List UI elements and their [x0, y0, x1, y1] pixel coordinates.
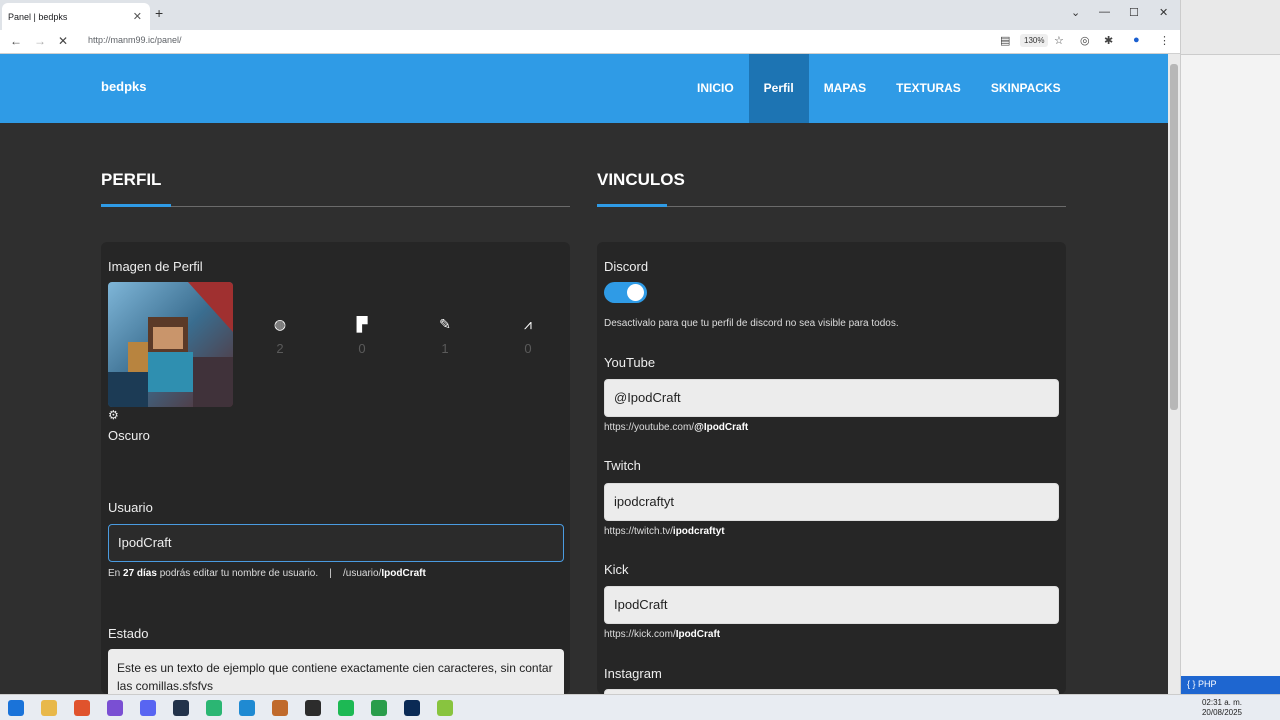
system-clock[interactable]: 02:31 a. m. 20/08/2025 — [1202, 698, 1242, 718]
discord-note: Desactivalo para que tu perfil de discor… — [604, 318, 899, 329]
url-field[interactable]: http://manm99.ic/panel/ — [88, 35, 182, 45]
start-icon[interactable] — [8, 700, 24, 716]
perfil-title: PERFIL — [101, 170, 162, 189]
page-scrollbar[interactable] — [1168, 54, 1180, 694]
kick-url: https://kick.com/IpodCraft — [604, 629, 721, 640]
site-brand[interactable]: bedpks — [101, 79, 147, 94]
image-label: Imagen de Perfil — [108, 259, 203, 274]
vinculos-title: VINCULOS — [597, 170, 685, 189]
instagram-label: Instagram — [604, 666, 662, 681]
globe-icon: ◍ — [273, 316, 287, 332]
vinculos-accent — [597, 204, 667, 207]
menu-item-skinpacks[interactable]: SKINPACKS — [976, 54, 1076, 123]
stat-skins: ⩘ 0 — [513, 316, 543, 356]
terminal-icon[interactable] — [173, 700, 189, 716]
stat-brushes: ✎ 1 — [430, 316, 460, 356]
app-icon[interactable] — [206, 700, 222, 716]
discord-toggle[interactable] — [604, 282, 647, 303]
youtube-field[interactable]: @IpodCraft — [604, 379, 1059, 417]
reader-mode-icon[interactable]: ▤ — [1000, 34, 1010, 47]
theme-label[interactable]: Oscuro — [108, 428, 150, 443]
kick-field[interactable]: IpodCraft — [604, 586, 1059, 624]
vinculos-divider — [597, 206, 1066, 207]
bookmark-icon[interactable]: ☆ — [1054, 34, 1064, 47]
gear-icon[interactable]: ⚙ — [108, 408, 119, 422]
spotify-icon[interactable] — [338, 700, 354, 716]
menu-icon[interactable]: ⋮ — [1159, 34, 1170, 47]
stat-textures: ▛ 0 — [347, 316, 377, 356]
vinculos-card: Discord Desactivalo para que tu perfil d… — [597, 242, 1066, 694]
twitch-label: Twitch — [604, 458, 641, 473]
new-tab-icon[interactable]: + — [155, 5, 163, 21]
address-bar: ← → ✕ http://manm99.ic/panel/ ▤ 130% ☆ ◎… — [0, 30, 1180, 54]
brush-icon: ✎ — [439, 316, 451, 332]
avatar[interactable] — [108, 282, 233, 407]
menu-item-texturas[interactable]: TEXTURAS — [881, 54, 976, 123]
vscode-icon[interactable] — [239, 700, 255, 716]
background-window: { } PHP — [1180, 0, 1280, 694]
zoom-level[interactable]: 130% — [1020, 34, 1049, 47]
user-label: Usuario — [108, 500, 153, 515]
stat-maps: ◍ 2 — [265, 316, 295, 356]
menu-item-perfil[interactable]: Perfil — [748, 54, 809, 123]
minimize-icon[interactable]: — — [1099, 6, 1110, 18]
browser-tab-bar: Panel | bedpks ✕ + ⌄ — ☐ ✕ — [0, 0, 1180, 30]
brave-icon[interactable] — [74, 700, 90, 716]
discord-label: Discord — [604, 259, 649, 274]
close-tab-icon[interactable]: ✕ — [133, 10, 142, 23]
close-window-icon[interactable]: ✕ — [1159, 6, 1168, 19]
taskbar: 02:31 a. m. 20/08/2025 — [0, 694, 1280, 720]
twitch-url: https://twitch.tv/ipodcraftyt — [604, 526, 725, 537]
obs-icon[interactable] — [305, 700, 321, 716]
status-bar: { } PHP — [1181, 676, 1280, 694]
tab-title: Panel | bedpks — [8, 12, 68, 22]
username-edit-note: En 27 días podrás editar tu nombre de us… — [108, 568, 426, 579]
camtasia-icon[interactable] — [371, 700, 387, 716]
menu-item-mapas[interactable]: MAPAS — [809, 54, 881, 123]
back-icon[interactable]: ← — [10, 34, 22, 48]
file-explorer-icon[interactable] — [41, 700, 57, 716]
profile-icon[interactable]: ● — [1133, 34, 1140, 46]
android-icon[interactable] — [437, 700, 453, 716]
stop-icon[interactable]: ✕ — [58, 34, 68, 48]
pma-icon[interactable] — [272, 700, 288, 716]
kick-label: Kick — [604, 562, 629, 577]
discord-icon[interactable] — [140, 700, 156, 716]
photoshop-icon[interactable] — [404, 700, 420, 716]
forward-icon[interactable]: → — [34, 34, 46, 48]
youtube-label: YouTube — [604, 355, 656, 370]
youtube-url: https://youtube.com/@IpodCraft — [604, 422, 749, 433]
perfil-divider — [101, 206, 570, 207]
perfil-card: Imagen de Perfil ◍ 2 ▛ 0 ✎ 1 ⩘ 0 ⚙ Oscur… — [101, 242, 570, 694]
paint-roller-icon: ▛ — [356, 316, 368, 332]
puzzle-icon[interactable]: ✱ — [1104, 34, 1113, 47]
twitch-field[interactable]: ipodcraftyt — [604, 483, 1059, 521]
browser-tab[interactable]: Panel | bedpks ✕ — [2, 3, 150, 30]
maximize-icon[interactable]: ☐ — [1129, 6, 1139, 19]
main-menu: INICIO Perfil MAPAS TEXTURAS SKINPACKS — [682, 54, 1076, 123]
menu-item-inicio[interactable]: INICIO — [682, 54, 749, 123]
perfil-accent — [101, 204, 171, 207]
site-header: bedpks INICIO Perfil MAPAS TEXTURAS SKIN… — [0, 54, 1168, 123]
username-field[interactable]: IpodCraft — [108, 524, 564, 562]
estado-label: Estado — [108, 626, 149, 641]
estado-textarea[interactable]: Este es un texto de ejemplo que contiene… — [108, 649, 564, 694]
extension-icon[interactable]: ◎ — [1080, 34, 1090, 47]
hanger-icon: ⩘ — [524, 316, 532, 332]
tab-search-icon[interactable]: ⌄ — [1071, 6, 1080, 19]
browser-icon[interactable] — [107, 700, 123, 716]
